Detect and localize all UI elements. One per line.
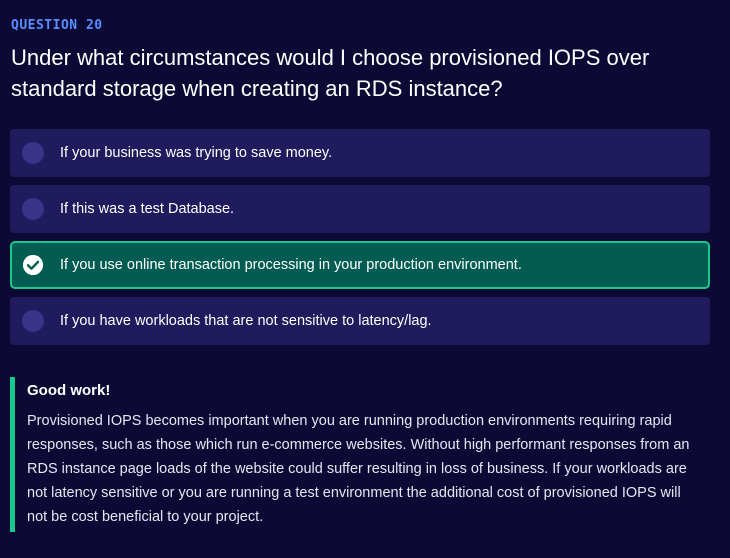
feedback-panel: Good work! Provisioned IOPS becomes impo… — [10, 377, 710, 532]
radio-icon — [22, 198, 44, 220]
answer-option[interactable]: If you have workloads that are not sensi… — [10, 297, 710, 345]
answer-option[interactable]: If this was a test Database. — [10, 185, 710, 233]
radio-icon — [22, 142, 44, 164]
radio-icon — [22, 310, 44, 332]
answer-options: If your business was trying to save mone… — [10, 129, 710, 353]
feedback-title: Good work! — [27, 382, 111, 399]
feedback-explanation: Provisioned IOPS becomes important when … — [27, 413, 690, 525]
answer-option-label: If you use online transaction processing… — [60, 257, 522, 273]
answer-option-label: If you have workloads that are not sensi… — [60, 313, 432, 329]
answer-option-label: If this was a test Database. — [60, 201, 235, 217]
answer-option-correct[interactable]: If you use online transaction processing… — [10, 241, 710, 289]
question-text: Under what circumstances would I choose … — [11, 45, 650, 101]
question-number: QUESTION 20 — [11, 18, 103, 33]
answer-option[interactable]: If your business was trying to save mone… — [10, 129, 710, 177]
check-circle-icon — [22, 254, 44, 276]
answer-option-label: If your business was trying to save mone… — [60, 145, 333, 161]
